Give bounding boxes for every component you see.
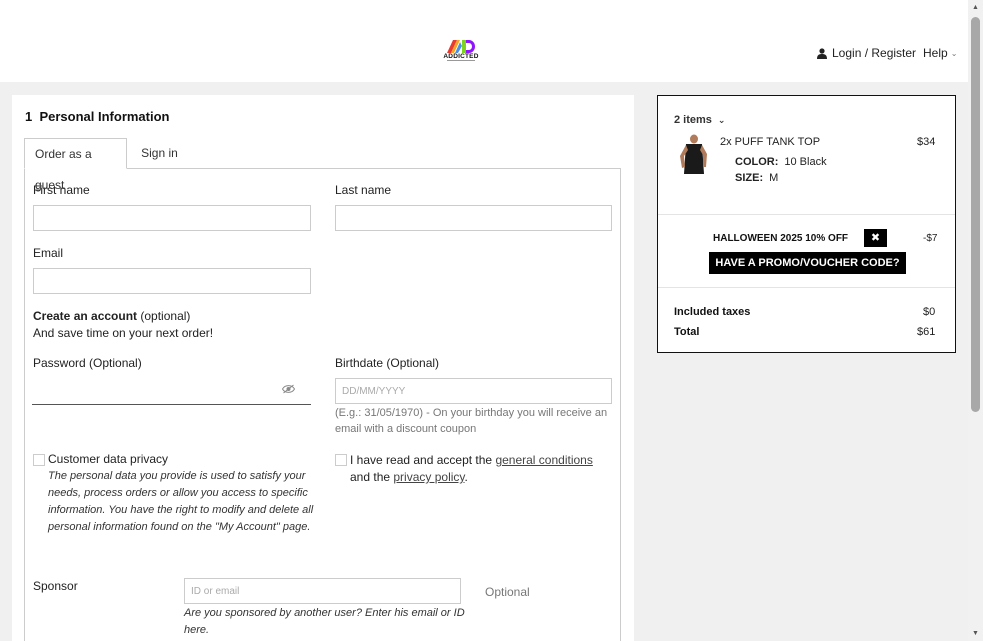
general-conditions-link[interactable]: general conditions: [495, 453, 592, 467]
product-size: SIZE: M: [735, 172, 779, 184]
email-input[interactable]: [33, 268, 311, 294]
personal-information-card: 1 Personal Information Order as a guest …: [12, 95, 634, 641]
sponsor-optional: Optional: [485, 585, 530, 599]
privacy-policy-link[interactable]: privacy policy: [393, 470, 464, 484]
cart-divider: [658, 287, 955, 288]
tab-order-as-guest[interactable]: Order as a guest: [24, 138, 127, 192]
eye-icon[interactable]: [282, 384, 295, 394]
taxes-value: $0: [923, 306, 936, 318]
last-name-input[interactable]: [335, 205, 612, 231]
taxes-label: Included taxes: [674, 306, 751, 318]
password-input[interactable]: [32, 377, 311, 405]
items-count-toggle[interactable]: 2 items ⌄: [674, 114, 725, 126]
privacy-label: Customer data privacy: [48, 452, 169, 466]
promo-name: HALLOWEEN 2025 10% OFF: [713, 233, 849, 244]
logo-underline: [447, 60, 475, 61]
logo-text: ADDICTED: [443, 53, 479, 60]
sponsor-hint: Are you sponsored by another user? Enter…: [184, 607, 465, 636]
promo-code-button[interactable]: HAVE A PROMO/VOUCHER CODE?: [709, 252, 906, 274]
last-name-label: Last name: [335, 183, 392, 197]
product-color: COLOR: 10 Black: [735, 156, 827, 168]
birthdate-hint: (E.g.: 31/05/1970) - On your birthday yo…: [335, 407, 608, 435]
logo[interactable]: ADDICTED: [441, 40, 481, 62]
terms-label: I have read and accept the general condi…: [350, 453, 593, 484]
product-name: 2x PUFF TANK TOP: [720, 136, 821, 148]
cart-divider: [658, 214, 955, 215]
privacy-text: The personal data you provide is used to…: [48, 470, 314, 533]
password-label: Password (Optional): [33, 356, 142, 370]
first-name-input[interactable]: [33, 205, 311, 231]
sponsor-label: Sponsor: [33, 579, 78, 593]
site-header: ADDICTED Login / Register Help ⌄: [0, 0, 968, 82]
section-title: 1 Personal Information: [25, 109, 170, 124]
tab-sign-in[interactable]: Sign in: [127, 138, 192, 169]
sponsor-input[interactable]: [184, 578, 461, 604]
birthdate-label: Birthdate (Optional): [335, 356, 440, 370]
scroll-down-icon[interactable]: ▼: [968, 626, 983, 641]
help-label: Help: [923, 46, 948, 60]
promo-value: -$7: [923, 233, 938, 244]
logo-mark-icon: [447, 40, 475, 53]
items-count-label: 2 items: [674, 114, 712, 126]
create-account-subtext: And save time on your next order!: [33, 326, 214, 340]
scroll-up-icon[interactable]: ▲: [968, 0, 983, 15]
login-register-label: Login / Register: [832, 46, 917, 60]
privacy-checkbox[interactable]: [33, 454, 45, 466]
user-icon: [817, 47, 827, 59]
email-label: Email: [33, 246, 64, 260]
chevron-down-icon: ⌄: [717, 114, 726, 125]
birthdate-input[interactable]: [335, 378, 612, 404]
scrollbar-thumb[interactable]: [971, 17, 980, 412]
total-value: $61: [917, 326, 936, 338]
cart-summary: 2 items ⌄ 2x PUFF TANK TOP $34 COLOR: 10 …: [657, 95, 956, 353]
help-menu[interactable]: Help ⌄: [923, 46, 957, 60]
create-account-heading: Create an account (optional): [33, 309, 191, 323]
page-scrollbar[interactable]: ▲ ▼: [968, 0, 983, 641]
checkout-tabs: Order as a guest Sign in: [24, 138, 192, 192]
remove-promo-button[interactable]: ✖: [864, 229, 887, 247]
product-price: $34: [917, 136, 936, 148]
chevron-down-icon: ⌄: [950, 48, 958, 58]
login-register-link[interactable]: Login / Register: [817, 46, 916, 60]
product-thumbnail[interactable]: [675, 134, 711, 176]
terms-checkbox[interactable]: [335, 454, 347, 466]
total-label: Total: [674, 326, 700, 338]
